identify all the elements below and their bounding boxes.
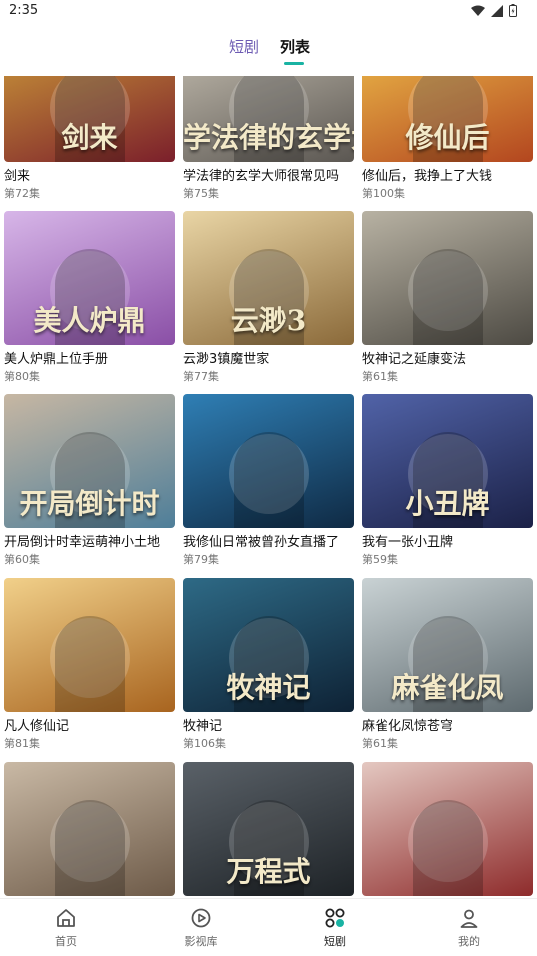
- drama-poster[interactable]: 美人炉鼎: [4, 211, 175, 345]
- drama-card[interactable]: 万程式: [183, 762, 354, 898]
- poster-title: 开局倒计时: [19, 487, 160, 520]
- drama-episodes: 第59集: [362, 553, 398, 566]
- poster-character: [412, 800, 483, 896]
- poster-title: 修仙后: [405, 121, 490, 154]
- drama-episodes: 第80集: [4, 370, 40, 383]
- drama-title: 麻雀化凤惊苍穹: [362, 719, 454, 734]
- nav-profile-label: 我的: [458, 935, 480, 948]
- home-icon: [57, 909, 75, 927]
- nav-library-label: 影视库: [184, 935, 218, 948]
- drama-poster[interactable]: 麻雀化凤: [362, 578, 533, 712]
- drama-card[interactable]: [362, 762, 533, 898]
- user-icon: [460, 909, 478, 928]
- drama-episodes: 第106集: [183, 737, 226, 750]
- drama-title: 剑来: [4, 169, 31, 184]
- poster-character: [54, 616, 125, 712]
- drama-card[interactable]: 学法律的玄学大师学法律的玄学大师很常见吗第75集: [183, 76, 354, 201]
- signal-icon: [491, 4, 503, 17]
- drama-poster[interactable]: [183, 394, 354, 528]
- poster-title: 云渺3: [230, 304, 307, 337]
- drama-grid: 剑来剑来第72集学法律的玄学大师学法律的玄学大师很常见吗第75集修仙后修仙后，我…: [0, 76, 537, 898]
- drama-title: 学法律的玄学大师很常见吗: [183, 169, 340, 184]
- drama-episodes: 第79集: [183, 553, 219, 566]
- drama-title: 凡人修仙记: [4, 719, 70, 734]
- status-bar: 2:35: [0, 0, 537, 26]
- poster-character: [233, 432, 304, 528]
- drama-poster[interactable]: 学法律的玄学大师: [183, 76, 354, 162]
- active-tab-indicator: [284, 62, 304, 65]
- drama-card[interactable]: 麻雀化凤麻雀化凤惊苍穹 第61集: [362, 578, 533, 751]
- top-tabs: 短剧 列表: [0, 26, 537, 76]
- drama-episodes: 第61集: [362, 737, 398, 750]
- poster-title: 剑来: [61, 121, 118, 154]
- play-circle-icon: [191, 908, 211, 928]
- status-time: 2:35: [9, 3, 39, 18]
- grid-icon: [325, 908, 345, 928]
- drama-episodes: 第60集: [4, 553, 40, 566]
- drama-episodes: 第77集: [183, 370, 219, 383]
- drama-poster[interactable]: [4, 578, 175, 712]
- drama-title: 修仙后，我挣上了大钱: [362, 169, 493, 184]
- poster-title: 牧神记: [226, 671, 311, 704]
- drama-episodes: 第100集: [362, 187, 405, 200]
- drama-poster[interactable]: 万程式: [183, 762, 354, 896]
- drama-title: 我修仙日常被曾孙女直播了: [183, 535, 340, 550]
- status-icons: [471, 4, 517, 17]
- drama-episodes: 第61集: [362, 370, 398, 383]
- nav-library[interactable]: 影视库: [171, 907, 231, 949]
- drama-episodes: 第81集: [4, 737, 40, 750]
- drama-card[interactable]: 剑来 剑来 第72集: [4, 76, 175, 201]
- drama-poster[interactable]: [4, 762, 175, 896]
- drama-poster[interactable]: [362, 762, 533, 896]
- drama-card[interactable]: 美人炉鼎美人炉鼎上位手册 第80集: [4, 211, 175, 384]
- drama-episodes: 第72集: [4, 187, 40, 200]
- nav-home-label: 首页: [55, 935, 77, 948]
- poster-character: [54, 800, 125, 896]
- tab-list[interactable]: 列表: [280, 36, 310, 57]
- poster-title: 美人炉鼎: [33, 304, 146, 337]
- drama-card[interactable]: 牧神记 牧神记第106集: [183, 578, 354, 751]
- drama-poster[interactable]: 开局倒计时: [4, 394, 175, 528]
- wifi-icon: [471, 5, 485, 16]
- drama-card[interactable]: 凡人修仙记第81集: [4, 578, 175, 751]
- battery-icon: [509, 4, 517, 17]
- drama-title: 美人炉鼎上位手册: [4, 352, 109, 367]
- drama-card[interactable]: 我修仙日常被曾孙女直播了 第79集: [183, 394, 354, 567]
- drama-title: 我有一张小丑牌: [362, 535, 454, 550]
- drama-card[interactable]: 修仙后修仙后，我挣上了大钱 第100集: [362, 76, 533, 201]
- poster-title: 小丑牌: [405, 487, 490, 520]
- drama-title: 开局倒计时幸运萌神小土地: [4, 535, 161, 550]
- nav-short-drama[interactable]: 短剧: [305, 907, 365, 949]
- poster-title: 万程式: [226, 855, 311, 888]
- drama-poster[interactable]: [362, 211, 533, 345]
- nav-profile[interactable]: 我的: [439, 907, 499, 949]
- nav-home[interactable]: 首页: [36, 907, 96, 949]
- drama-poster[interactable]: 修仙后: [362, 76, 533, 162]
- drama-title: 牧神记: [183, 719, 223, 734]
- tab-short-drama[interactable]: 短剧: [229, 36, 259, 57]
- drama-card[interactable]: 牧神记之延康变法 第61集: [362, 211, 533, 384]
- drama-poster[interactable]: 牧神记: [183, 578, 354, 712]
- drama-poster[interactable]: 剑来: [4, 76, 175, 162]
- poster-title: 学法律的玄学大师: [183, 121, 354, 154]
- drama-card[interactable]: 开局倒计时开局倒计时幸运萌神小土地 第60集: [4, 394, 175, 567]
- drama-title: 牧神记之延康变法: [362, 352, 467, 367]
- bottom-nav: 首页 影视库 短剧 我的: [0, 898, 537, 956]
- drama-card[interactable]: 云渺3 云渺3镇魔世家 第77集: [183, 211, 354, 384]
- drama-card[interactable]: [4, 762, 175, 898]
- drama-title: 云渺3镇魔世家: [183, 352, 270, 367]
- drama-card[interactable]: 小丑牌我有一张小丑牌 第59集: [362, 394, 533, 567]
- drama-poster[interactable]: 小丑牌: [362, 394, 533, 528]
- nav-short-drama-label: 短剧: [324, 935, 346, 948]
- drama-episodes: 第75集: [183, 187, 219, 200]
- drama-poster[interactable]: 云渺3: [183, 211, 354, 345]
- poster-title: 麻雀化凤: [391, 671, 504, 704]
- poster-character: [412, 249, 483, 345]
